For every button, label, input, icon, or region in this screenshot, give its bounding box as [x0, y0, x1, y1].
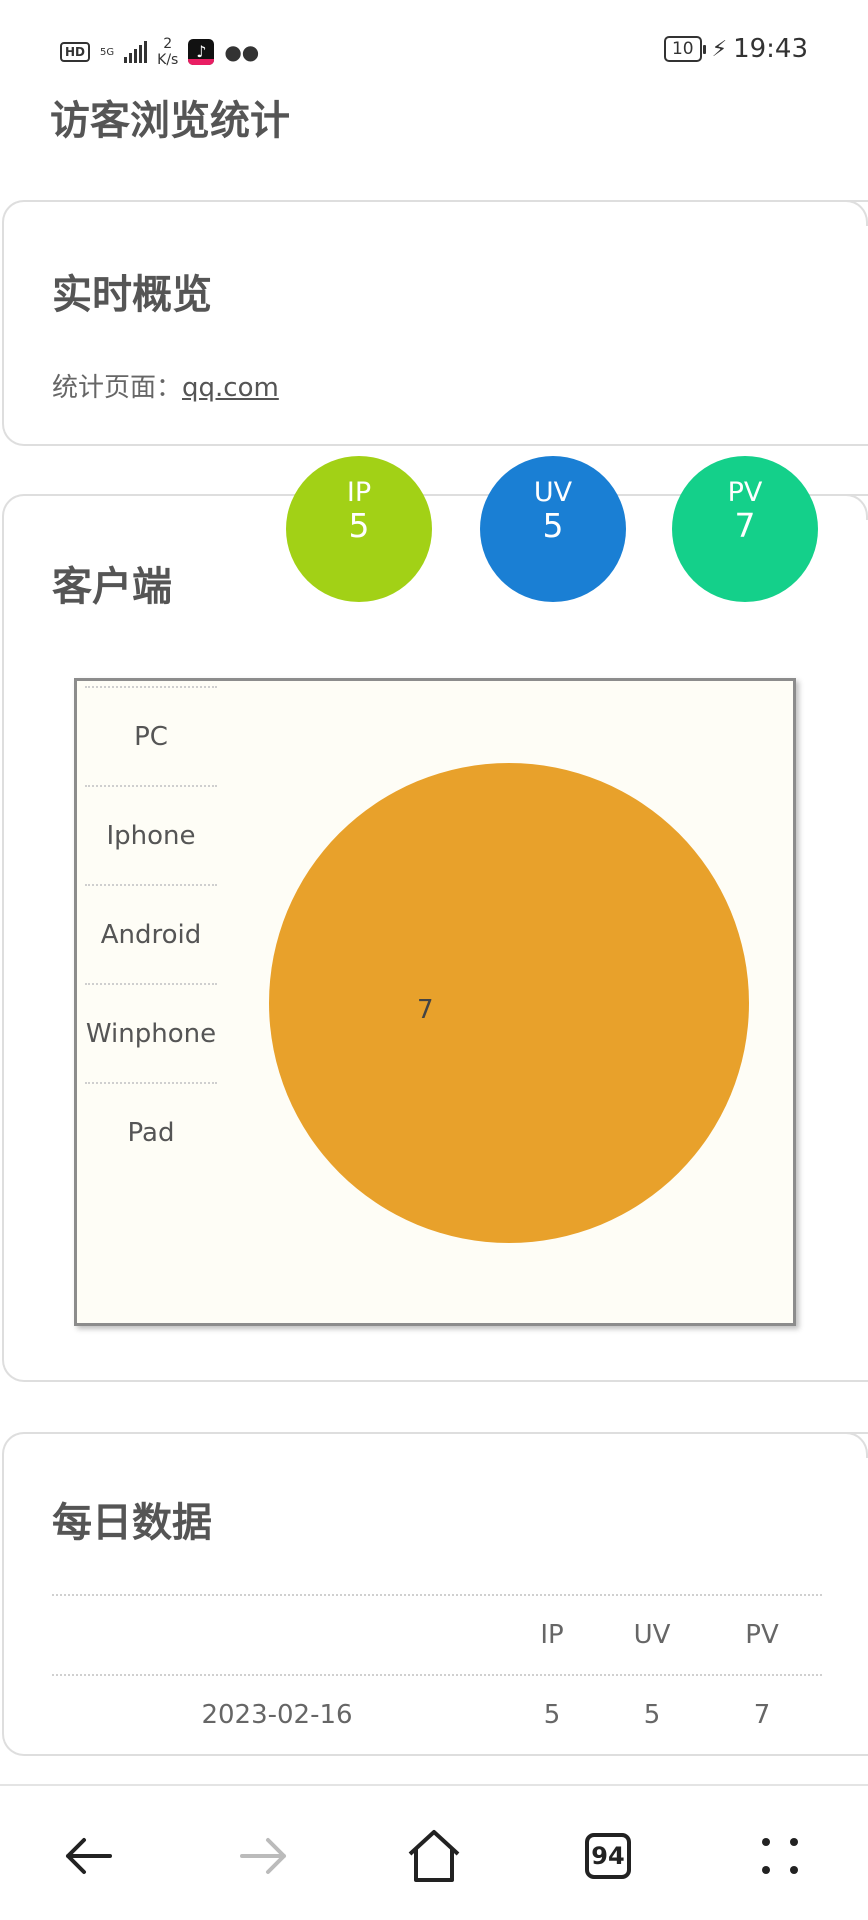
overview-title: 实时概览: [52, 272, 212, 318]
legend-item-iphone[interactable]: Iphone: [85, 785, 217, 884]
uv-stat-value: 5: [542, 506, 564, 545]
stat-page-link[interactable]: qq.com: [182, 373, 279, 403]
ip-stat-value: 5: [348, 506, 370, 545]
col-pv-header: PV: [745, 1620, 779, 1650]
chart-legend: PC Iphone Android Winphone Pad: [85, 686, 217, 1181]
tiktok-icon: ♪: [188, 39, 215, 65]
pv-stat-label: PV: [727, 477, 763, 508]
client-title: 客户端: [52, 564, 172, 610]
status-left: HD 5G 2 K/s ♪ ●●: [60, 36, 259, 68]
row-ip: 5: [543, 1700, 561, 1730]
back-button[interactable]: [58, 1826, 118, 1886]
ip-stat-label: IP: [346, 477, 372, 508]
legend-item-winphone[interactable]: Winphone: [85, 983, 217, 1082]
client-pie-chart: PC Iphone Android Winphone Pad 7: [74, 678, 796, 1326]
pie-slice-label: 7: [417, 995, 434, 1025]
status-bar: HD 5G 2 K/s ♪ ●● 10 ⚡ 19:43: [0, 0, 868, 90]
browser-bottom-nav: 94: [0, 1784, 868, 1920]
speed-value: 2: [163, 36, 173, 52]
charging-icon: ⚡: [711, 36, 728, 62]
table-header: IP UV PV: [52, 1594, 822, 1674]
overview-card: 实时概览 统计页面：qq.com: [2, 200, 868, 446]
row-pv: 7: [753, 1700, 771, 1730]
forward-button[interactable]: [234, 1826, 294, 1886]
row-uv: 5: [643, 1700, 661, 1730]
wechat-icon: ●●: [224, 40, 260, 64]
pv-stat-circle: PV 7: [672, 456, 818, 602]
clock: 19:43: [733, 34, 808, 64]
legend-item-android[interactable]: Android: [85, 884, 217, 983]
ip-stat-circle: IP 5: [286, 456, 432, 602]
pie-slice-pc: [269, 763, 749, 1243]
stat-page-label: 统计页面：: [52, 373, 183, 403]
row-date: 2023-02-16: [201, 1700, 353, 1730]
uv-stat-label: UV: [533, 477, 573, 508]
network-type: 5G: [100, 46, 115, 58]
back-arrow-icon: [66, 1838, 112, 1874]
status-right: 10 ⚡ 19:43: [663, 34, 808, 64]
network-speed: 2 K/s: [157, 36, 178, 68]
col-uv-header: UV: [633, 1620, 671, 1650]
legend-item-pad[interactable]: Pad: [85, 1082, 217, 1181]
uv-stat-circle: UV 5: [480, 456, 626, 602]
speed-unit: K/s: [157, 52, 179, 68]
pv-stat-value: 7: [734, 506, 756, 545]
tabs-button[interactable]: 94: [578, 1826, 638, 1886]
tabs-count-icon: 94: [585, 1833, 631, 1879]
home-icon: [408, 1830, 460, 1882]
menu-button[interactable]: [750, 1826, 810, 1886]
menu-dots-icon: [762, 1838, 798, 1874]
hd-badge: HD: [60, 42, 91, 62]
forward-arrow-icon: [240, 1838, 286, 1874]
daily-table: IP UV PV 2023-02-16 5 5 7: [52, 1594, 822, 1754]
legend-item-pc[interactable]: PC: [85, 686, 217, 785]
page-title: 访客浏览统计: [50, 98, 290, 144]
col-ip-header: IP: [540, 1620, 564, 1650]
daily-card: 每日数据 IP UV PV 2023-02-16 5 5 7: [2, 1432, 868, 1756]
signal-icon: [124, 41, 148, 63]
table-row: 2023-02-16 5 5 7: [52, 1674, 822, 1754]
daily-title: 每日数据: [52, 1500, 212, 1546]
home-button[interactable]: [404, 1826, 464, 1886]
battery-icon: 10: [663, 36, 706, 62]
stat-page-line: 统计页面：qq.com: [52, 367, 279, 404]
